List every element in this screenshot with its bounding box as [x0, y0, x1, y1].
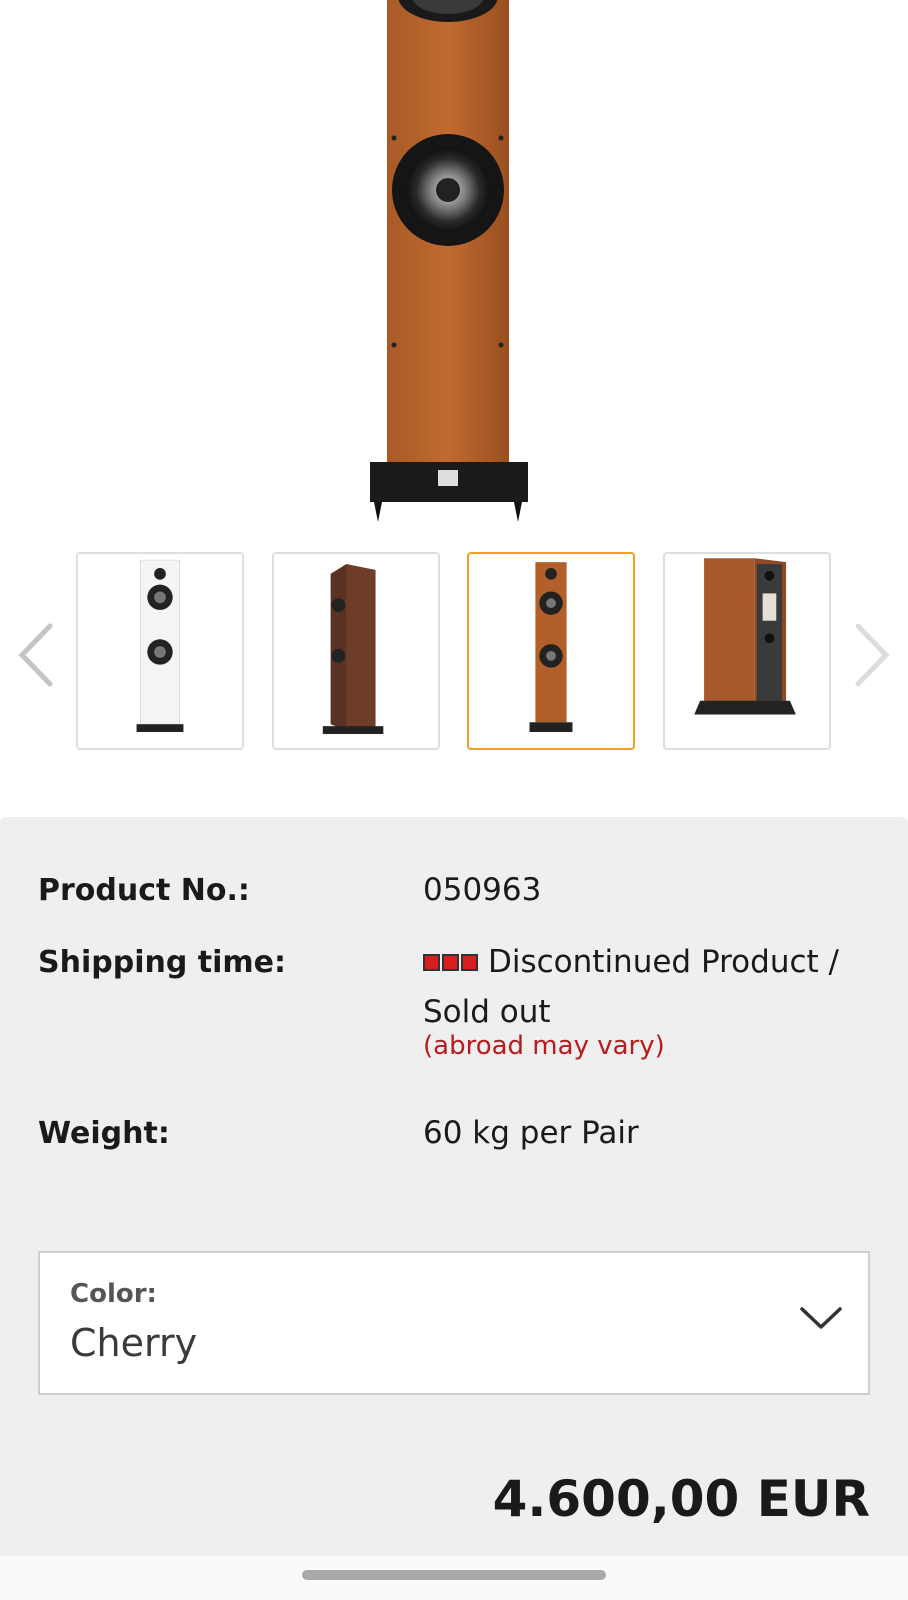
shipping-status-text: Discontinued Product / Sold out	[423, 944, 839, 1030]
weight-value: 60 kg per Pair	[423, 1115, 639, 1151]
chevron-down-icon[interactable]	[798, 1303, 844, 1333]
shipping-note: (abroad may vary)	[423, 1031, 665, 1061]
color-select-value: Cherry	[70, 1321, 198, 1365]
home-indicator[interactable]	[302, 1570, 606, 1580]
thumbnail-rear-view[interactable]	[663, 552, 831, 750]
thumbnail-image	[529, 562, 573, 733]
product-number-value: 050963	[423, 872, 542, 908]
chevron-right-icon[interactable]	[852, 620, 892, 690]
shipping-time-label: Shipping time:	[38, 945, 286, 980]
thumbnail-strip	[0, 552, 908, 752]
thumbnail-walnut-finish[interactable]	[272, 552, 440, 750]
thumbnail-cherry-finish[interactable]	[467, 552, 635, 750]
thumbnail-white-finish[interactable]	[76, 552, 244, 750]
thumbnail-image	[322, 564, 384, 734]
product-number-label: Product No.:	[38, 873, 250, 908]
color-select[interactable]: Color: Cherry	[38, 1251, 870, 1395]
color-select-label: Color:	[70, 1279, 157, 1309]
weight-label: Weight:	[38, 1116, 170, 1151]
product-gallery	[0, 0, 908, 815]
thumbnail-image	[136, 559, 184, 733]
product-main-image[interactable]	[360, 0, 540, 530]
thumbnail-image	[694, 558, 796, 715]
stock-status-icon	[423, 936, 480, 986]
product-price: 4.600,00 EUR	[492, 1470, 870, 1528]
shipping-time-value: Discontinued Product / Sold out	[423, 937, 853, 1037]
